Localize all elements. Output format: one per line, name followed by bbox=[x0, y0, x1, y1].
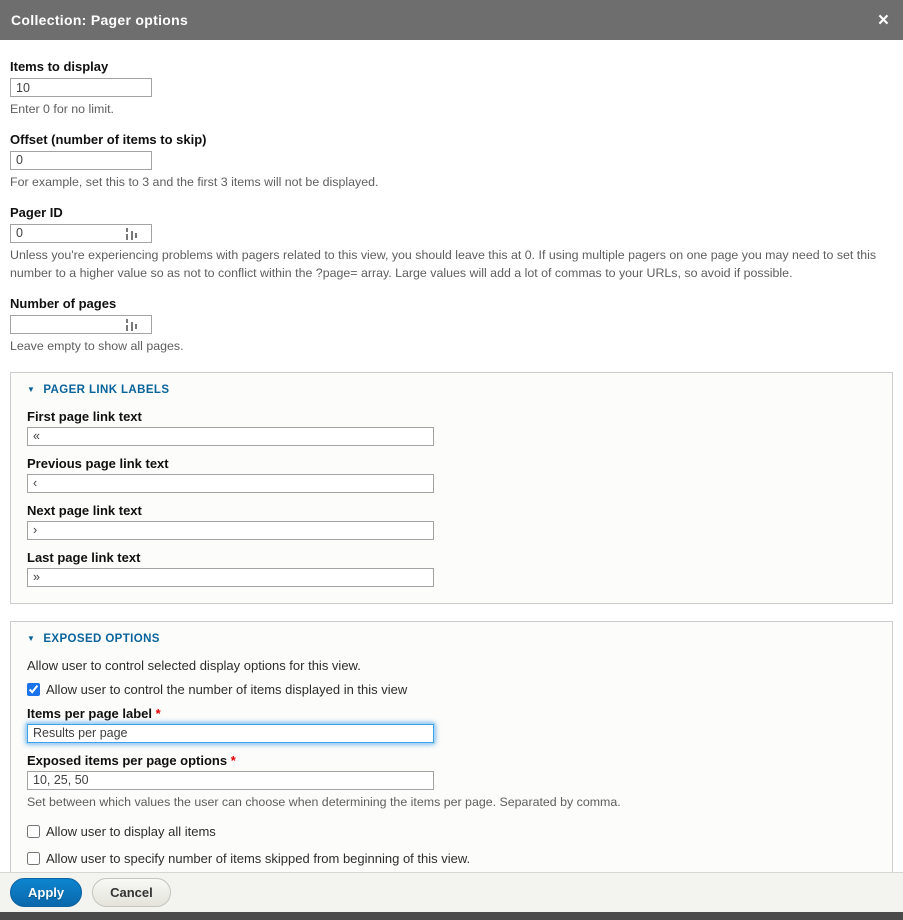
offset-checkbox-label[interactable]: Allow user to specify number of items sk… bbox=[46, 851, 470, 866]
page-background-strip bbox=[0, 912, 903, 920]
pager-id-description: Unless you're experiencing problems with… bbox=[10, 247, 890, 283]
offset-label: Offset (number of items to skip) bbox=[10, 132, 893, 147]
dialog-title: Collection: Pager options bbox=[11, 12, 188, 28]
items-to-display-description: Enter 0 for no limit. bbox=[10, 101, 890, 119]
items-per-page-label-input[interactable] bbox=[27, 724, 434, 743]
offset-checkbox-row: Allow user to specify number of items sk… bbox=[27, 851, 876, 866]
items-per-page-options-description: Set between which values the user can ch… bbox=[27, 794, 876, 812]
next-page-link-field: Next page link text bbox=[27, 503, 876, 540]
apply-button[interactable]: Apply bbox=[10, 878, 82, 907]
chevron-down-icon: ▼ bbox=[27, 386, 35, 394]
cancel-button[interactable]: Cancel bbox=[92, 878, 171, 907]
previous-page-link-field: Previous page link text bbox=[27, 456, 876, 493]
offset-field: Offset (number of items to skip) For exa… bbox=[10, 132, 893, 192]
number-of-pages-field: Number of pages Leave empty to show all … bbox=[10, 296, 893, 356]
exposed-options-legend-text: EXPOSED OPTIONS bbox=[43, 633, 160, 645]
items-to-display-field: Items to display Enter 0 for no limit. bbox=[10, 59, 893, 119]
required-marker: * bbox=[156, 706, 161, 721]
previous-page-link-input[interactable] bbox=[27, 474, 434, 493]
items-per-page-options-input[interactable] bbox=[27, 771, 434, 790]
pager-id-label: Pager ID bbox=[10, 205, 893, 220]
chevron-down-icon: ▼ bbox=[27, 635, 35, 643]
items-to-display-label: Items to display bbox=[10, 59, 893, 74]
pager-link-labels-legend[interactable]: ▼ PAGER LINK LABELS bbox=[27, 384, 876, 396]
items-per-page-options-field: Exposed items per page options * Set bet… bbox=[27, 753, 876, 812]
exposed-options-intro: Allow user to control selected display o… bbox=[27, 658, 876, 673]
number-of-pages-label: Number of pages bbox=[10, 296, 893, 311]
number-of-pages-description: Leave empty to show all pages. bbox=[10, 338, 890, 356]
control-items-checkbox-row: Allow user to control the number of item… bbox=[27, 682, 876, 697]
dialog-body: Items to display Enter 0 for no limit. O… bbox=[0, 40, 903, 872]
items-per-page-label-field: Items per page label * bbox=[27, 706, 876, 743]
dialog-footer: Apply Cancel bbox=[0, 872, 903, 912]
offset-checkbox[interactable] bbox=[27, 852, 40, 865]
last-page-link-input[interactable] bbox=[27, 568, 434, 587]
next-page-link-input[interactable] bbox=[27, 521, 434, 540]
close-icon[interactable]: × bbox=[878, 11, 889, 30]
number-of-pages-input[interactable] bbox=[10, 315, 152, 334]
pager-link-labels-legend-text: PAGER LINK LABELS bbox=[43, 384, 169, 396]
pager-link-labels-fieldset: ▼ PAGER LINK LABELS First page link text… bbox=[10, 372, 893, 604]
pager-id-input[interactable] bbox=[10, 224, 152, 243]
last-page-link-field: Last page link text bbox=[27, 550, 876, 587]
first-page-link-input[interactable] bbox=[27, 427, 434, 446]
items-to-display-input[interactable] bbox=[10, 78, 152, 97]
exposed-options-fieldset: ▼ EXPOSED OPTIONS Allow user to control … bbox=[10, 621, 893, 872]
first-page-link-label: First page link text bbox=[27, 409, 876, 424]
first-page-link-field: First page link text bbox=[27, 409, 876, 446]
control-items-checkbox[interactable] bbox=[27, 683, 40, 696]
display-all-checkbox[interactable] bbox=[27, 825, 40, 838]
last-page-link-label: Last page link text bbox=[27, 550, 876, 565]
items-per-page-options-label: Exposed items per page options * bbox=[27, 753, 876, 768]
exposed-options-legend[interactable]: ▼ EXPOSED OPTIONS bbox=[27, 633, 876, 645]
previous-page-link-label: Previous page link text bbox=[27, 456, 876, 471]
items-per-page-label-label: Items per page label * bbox=[27, 706, 876, 721]
display-all-checkbox-row: Allow user to display all items bbox=[27, 824, 876, 839]
pager-id-field: Pager ID Unless you're experiencing prob… bbox=[10, 205, 893, 283]
offset-input[interactable] bbox=[10, 151, 152, 170]
display-all-checkbox-label[interactable]: Allow user to display all items bbox=[46, 824, 216, 839]
next-page-link-label: Next page link text bbox=[27, 503, 876, 518]
dialog-header: Collection: Pager options × bbox=[0, 0, 903, 40]
control-items-checkbox-label[interactable]: Allow user to control the number of item… bbox=[46, 682, 407, 697]
required-marker: * bbox=[231, 753, 236, 768]
offset-description: For example, set this to 3 and the first… bbox=[10, 174, 890, 192]
